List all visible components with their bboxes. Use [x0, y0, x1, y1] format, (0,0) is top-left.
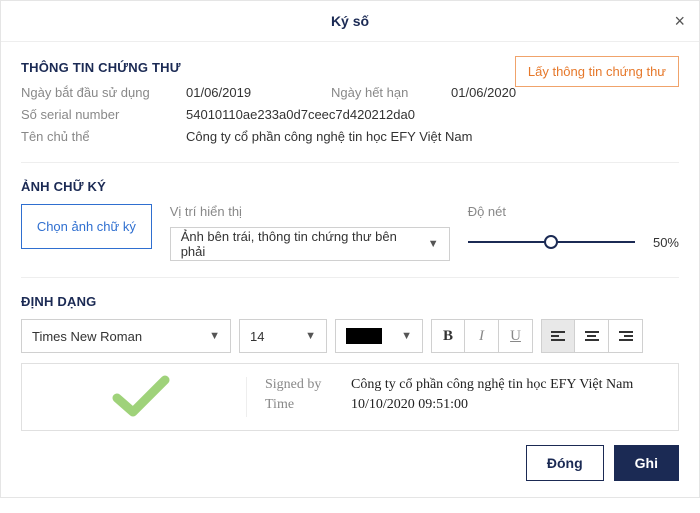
slider-thumb[interactable]: [544, 235, 558, 249]
modal-header: Ký số ×: [1, 1, 699, 42]
italic-button[interactable]: I: [465, 319, 499, 353]
opacity-label: Độ nét: [468, 204, 679, 219]
opacity-value: 50%: [653, 235, 679, 250]
certificate-section: THÔNG TIN CHỨNG THƯ Lấy thông tin chứng …: [21, 60, 679, 144]
position-select[interactable]: Ảnh bên trái, thông tin chứng thư bên ph…: [170, 227, 450, 261]
end-date-value: 01/06/2020: [451, 85, 516, 100]
align-center-button[interactable]: [575, 319, 609, 353]
bold-button[interactable]: B: [431, 319, 465, 353]
font-color-select[interactable]: ▼: [335, 319, 423, 353]
position-label: Vị trí hiển thị: [170, 204, 450, 219]
font-size-value: 14: [250, 329, 264, 344]
subject-value: Công ty cổ phần công nghệ tin học EFY Vi…: [186, 129, 472, 144]
divider: [21, 277, 679, 278]
underline-button[interactable]: U: [499, 319, 533, 353]
font-size-select[interactable]: 14 ▼: [239, 319, 327, 353]
modal-body: THÔNG TIN CHỨNG THƯ Lấy thông tin chứng …: [1, 42, 699, 497]
signed-by-label: Signed by: [265, 377, 351, 393]
digital-sign-modal: Ký số × THÔNG TIN CHỨNG THƯ Lấy thông ti…: [0, 0, 700, 498]
caret-down-icon: ▼: [305, 330, 316, 342]
align-right-button[interactable]: [609, 319, 643, 353]
format-section-title: ĐỊNH DẠNG: [21, 294, 679, 309]
close-button[interactable]: Đóng: [526, 445, 604, 481]
font-family-select[interactable]: Times New Roman ▼: [21, 319, 231, 353]
save-button[interactable]: Ghi: [614, 445, 679, 481]
start-date-label: Ngày bắt đầu sử dụng: [21, 85, 186, 100]
sig-section-title: ẢNH CHỮ KÝ: [21, 179, 679, 194]
opacity-slider[interactable]: [468, 227, 635, 257]
sign-time-value: 10/10/2020 09:51:00: [351, 397, 468, 413]
end-date-label: Ngày hết hạn: [331, 85, 451, 100]
align-right-icon: [619, 331, 633, 341]
modal-title: Ký số: [331, 13, 369, 29]
text-align-group: [541, 319, 643, 353]
align-left-button[interactable]: [541, 319, 575, 353]
format-section: ĐỊNH DẠNG Times New Roman ▼ 14 ▼ ▼ B I: [21, 294, 679, 487]
signature-image-section: ẢNH CHỮ KÝ Chọn ảnh chữ ký Vị trí hiển t…: [21, 179, 679, 261]
close-icon[interactable]: ×: [674, 11, 685, 32]
fetch-cert-button[interactable]: Lấy thông tin chứng thư: [515, 56, 679, 87]
font-family-value: Times New Roman: [32, 329, 142, 344]
signed-by-value: Công ty cổ phần công nghệ tin học EFY Vi…: [351, 377, 633, 393]
caret-down-icon: ▼: [428, 238, 439, 250]
format-toolbar: Times New Roman ▼ 14 ▼ ▼ B I U: [21, 319, 679, 353]
sign-time-label: Time: [265, 397, 351, 413]
serial-label: Số serial number: [21, 107, 186, 122]
start-date-value: 01/06/2019: [186, 85, 251, 100]
serial-value: 54010110ae233a0d7ceec7d420212da0: [186, 107, 415, 122]
modal-footer: Đóng Ghi: [21, 445, 679, 487]
signature-preview: Signed by Công ty cổ phần công nghệ tin …: [21, 363, 679, 431]
color-swatch: [346, 328, 382, 344]
caret-down-icon: ▼: [401, 330, 412, 342]
checkmark-icon: [36, 374, 246, 420]
caret-down-icon: ▼: [209, 330, 220, 342]
align-left-icon: [551, 331, 565, 341]
choose-signature-image-button[interactable]: Chọn ảnh chữ ký: [21, 204, 152, 249]
text-style-group: B I U: [431, 319, 533, 353]
divider: [21, 162, 679, 163]
align-center-icon: [585, 331, 599, 341]
subject-label: Tên chủ thể: [21, 129, 186, 144]
position-select-value: Ảnh bên trái, thông tin chứng thư bên ph…: [181, 229, 419, 259]
